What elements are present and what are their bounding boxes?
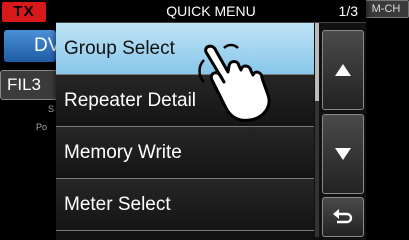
scroll-up-button[interactable] — [322, 30, 364, 110]
menu-header: QUICK MENU 1/3 — [56, 0, 366, 23]
scrollbar[interactable] — [315, 23, 319, 237]
hand-pointer-icon — [198, 43, 271, 122]
scroll-thumb[interactable] — [315, 23, 319, 101]
back-button[interactable] — [322, 197, 364, 237]
tx-indicator: TX — [2, 2, 46, 22]
menu-item-memory-write[interactable]: Memory Write — [56, 127, 314, 179]
scroll-down-button[interactable] — [322, 114, 364, 194]
page-indicator: 1/3 — [338, 3, 358, 19]
filter-button[interactable]: FIL3 — [0, 70, 58, 100]
triangle-down-icon — [335, 148, 351, 160]
triangle-up-icon — [335, 64, 351, 76]
menu-item-meter-select[interactable]: Meter Select — [56, 179, 314, 231]
po-meter-label: Po — [36, 122, 48, 132]
s-meter-label: S — [48, 104, 55, 114]
return-arrow-icon — [333, 209, 353, 224]
memory-channel-badge[interactable]: M-CH — [363, 0, 409, 18]
mode-button[interactable]: DV — [4, 30, 60, 62]
menu-title: QUICK MENU — [166, 3, 256, 19]
